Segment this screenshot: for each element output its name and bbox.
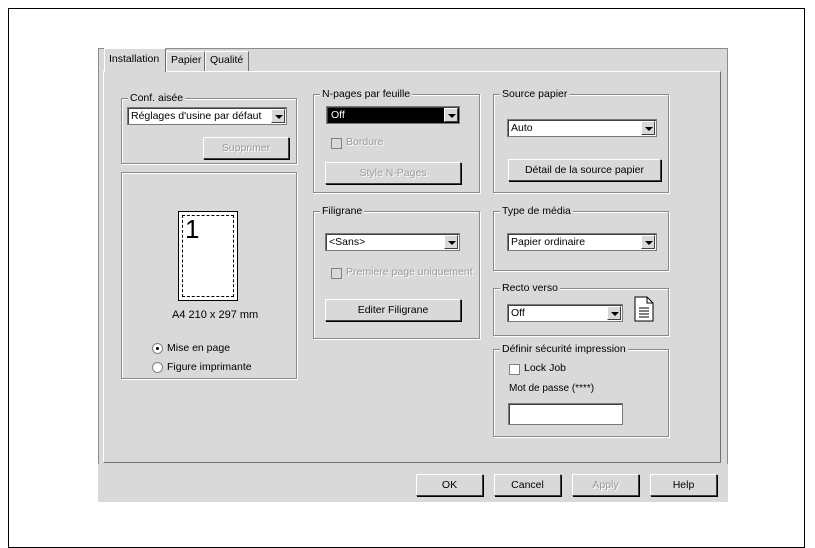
conf-aisee-legend: Conf. aisée: [128, 92, 186, 104]
security-legend: Définir sécurité impression: [500, 343, 628, 355]
duplex-select[interactable]: Off: [507, 304, 623, 322]
radio-layout[interactable]: [152, 343, 163, 354]
npages-legend: N-pages par feuille: [320, 88, 413, 100]
help-button[interactable]: Help: [650, 474, 717, 496]
npages-value: Off: [329, 108, 405, 122]
delete-button[interactable]: Supprimer: [203, 137, 289, 159]
cancel-button[interactable]: Cancel: [494, 474, 561, 496]
radio-printer[interactable]: [152, 362, 163, 373]
page-number: 1: [185, 214, 200, 244]
password-field[interactable]: [508, 403, 623, 425]
chevron-down-icon: [607, 306, 621, 320]
paper-size-label: A4 210 x 297 mm: [172, 309, 259, 321]
lock-job-checkbox[interactable]: [509, 364, 520, 375]
conf-aisee-select[interactable]: Réglages d'usine par défaut: [127, 107, 287, 125]
radio-layout-label: Mise en page: [167, 342, 231, 354]
chevron-down-icon: [641, 121, 655, 135]
duplex-value: Off: [511, 307, 525, 319]
chevron-down-icon: [271, 109, 285, 123]
tab-qualite[interactable]: Qualité: [205, 51, 249, 71]
chevron-down-icon: [444, 108, 458, 122]
watermark-legend: Filigrane: [320, 205, 365, 217]
duplex-legend: Recto verso: [500, 282, 561, 294]
document-icon: [634, 296, 654, 322]
tab-qualite-label: Qualité: [210, 54, 244, 66]
chevron-down-icon: [641, 235, 655, 249]
tab-papier[interactable]: Papier: [166, 51, 205, 71]
media-type-value: Papier ordinaire: [511, 236, 586, 248]
apply-button[interactable]: Apply: [572, 474, 639, 496]
radio-printer-label: Figure imprimante: [167, 361, 252, 373]
edit-watermark-button[interactable]: Editer Filigrane: [325, 299, 461, 321]
media-type-legend: Type de média: [500, 205, 573, 217]
first-page-label: Premiere page uniquement: [346, 266, 473, 278]
npages-select[interactable]: Off: [326, 106, 460, 124]
paper-source-detail-button[interactable]: Détail de la source papier: [508, 159, 661, 181]
lock-job-label: Lock Job: [524, 362, 567, 374]
paper-source-value: Auto: [511, 122, 533, 134]
border-checkbox[interactable]: [331, 138, 342, 149]
tab-papier-label: Papier: [171, 54, 202, 66]
paper-source-legend: Source papier: [500, 88, 570, 100]
tab-installation-label: Installation: [109, 53, 160, 65]
page-preview: 1: [178, 211, 238, 301]
ok-button[interactable]: OK: [416, 474, 483, 496]
watermark-value: <Sans>: [329, 236, 366, 248]
first-page-checkbox[interactable]: [331, 268, 342, 279]
watermark-select[interactable]: <Sans>: [325, 233, 460, 251]
conf-aisee-value: Réglages d'usine par défaut: [131, 110, 262, 122]
tab-installation[interactable]: Installation: [104, 48, 166, 72]
password-label: Mot de passe (****): [509, 383, 595, 394]
media-type-select[interactable]: Papier ordinaire: [507, 233, 657, 251]
border-label: Bordure: [346, 136, 384, 148]
chevron-down-icon: [444, 235, 458, 249]
paper-source-select[interactable]: Auto: [507, 119, 657, 137]
npages-style-button[interactable]: Style N-Pages: [325, 162, 461, 184]
